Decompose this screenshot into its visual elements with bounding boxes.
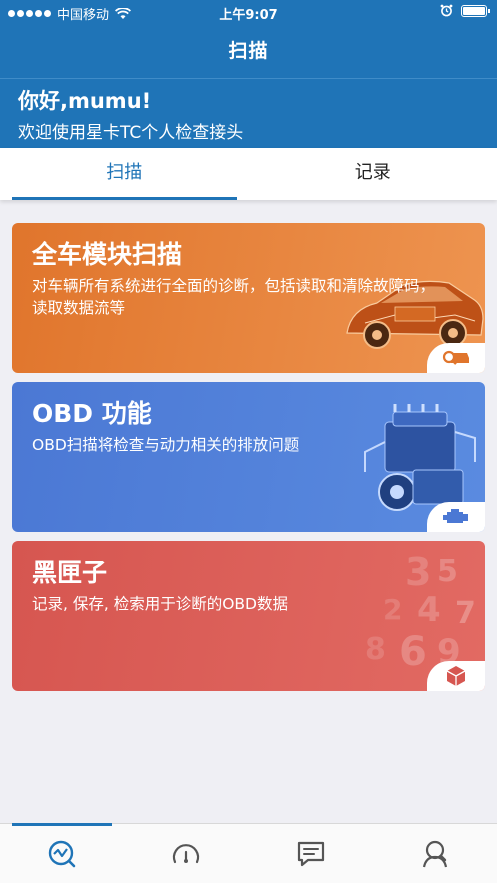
car-search-icon xyxy=(442,350,469,365)
svg-text:8: 8 xyxy=(365,632,386,667)
card-badge xyxy=(427,661,485,691)
tab-scan[interactable]: 扫描 xyxy=(0,148,249,200)
status-time: 上午9:07 xyxy=(219,8,278,23)
tab-records[interactable]: 记录 xyxy=(249,148,497,200)
battery-icon xyxy=(461,4,490,17)
svg-text:6: 6 xyxy=(399,629,427,675)
card-title: OBD 功能 xyxy=(32,399,152,428)
card-description: 对车辆所有系统进行全面的诊断，包括读取和清除故障码，读取数据流等 xyxy=(32,277,436,317)
status-bar: 中国移动 上午9:07 xyxy=(0,0,497,24)
black-box-card[interactable]: 3 5 2 4 7 8 6 9 1 黑匣子 记录, 保存, 检索用于诊断的OBD… xyxy=(12,541,485,691)
svg-text:3: 3 xyxy=(405,550,431,594)
bottom-tab-gauge[interactable] xyxy=(124,824,248,883)
card-title: 全车模块扫描 xyxy=(32,240,183,269)
page-title: 扫描 xyxy=(228,40,269,62)
bottom-tab-scan[interactable] xyxy=(0,823,124,883)
card-badge xyxy=(427,502,485,532)
top-bar: 中国移动 上午9:07 扫描 xyxy=(0,0,497,78)
full-vehicle-scan-card[interactable]: 全车模块扫描 对车辆所有系统进行全面的诊断，包括读取和清除故障码，读取数据流等 xyxy=(12,223,485,373)
cube-icon xyxy=(446,666,466,686)
card-description: 记录, 保存, 检索用于诊断的OBD数据 xyxy=(32,595,288,613)
greeting-banner: 你好,mumu! 欢迎使用星卡TC个人检查接头 xyxy=(0,78,497,148)
chat-icon xyxy=(297,841,324,866)
greeting-hello: 你好,mumu! xyxy=(18,89,152,113)
card-description: OBD扫描将检查与动力相关的排放问题 xyxy=(32,436,300,454)
alarm-icon xyxy=(440,4,453,17)
card-title: 黑匣子 xyxy=(32,558,108,587)
segment-tabs: 扫描 记录 xyxy=(0,148,497,200)
bottom-tab-profile[interactable] xyxy=(373,824,497,883)
card-badge xyxy=(427,343,485,373)
bottom-tab-messages[interactable] xyxy=(249,824,373,883)
svg-text:7: 7 xyxy=(455,596,476,631)
greeting-welcome: 欢迎使用星卡TC个人检查接头 xyxy=(18,123,244,143)
engine-icon xyxy=(443,509,468,523)
svg-text:5: 5 xyxy=(437,554,458,589)
bottom-tab-bar xyxy=(0,823,497,883)
obd-function-card[interactable]: OBD 功能 OBD扫描将检查与动力相关的排放问题 xyxy=(12,382,485,532)
scan-chart-icon xyxy=(48,840,76,867)
gauge-icon xyxy=(173,843,200,863)
user-search-icon xyxy=(422,840,447,867)
